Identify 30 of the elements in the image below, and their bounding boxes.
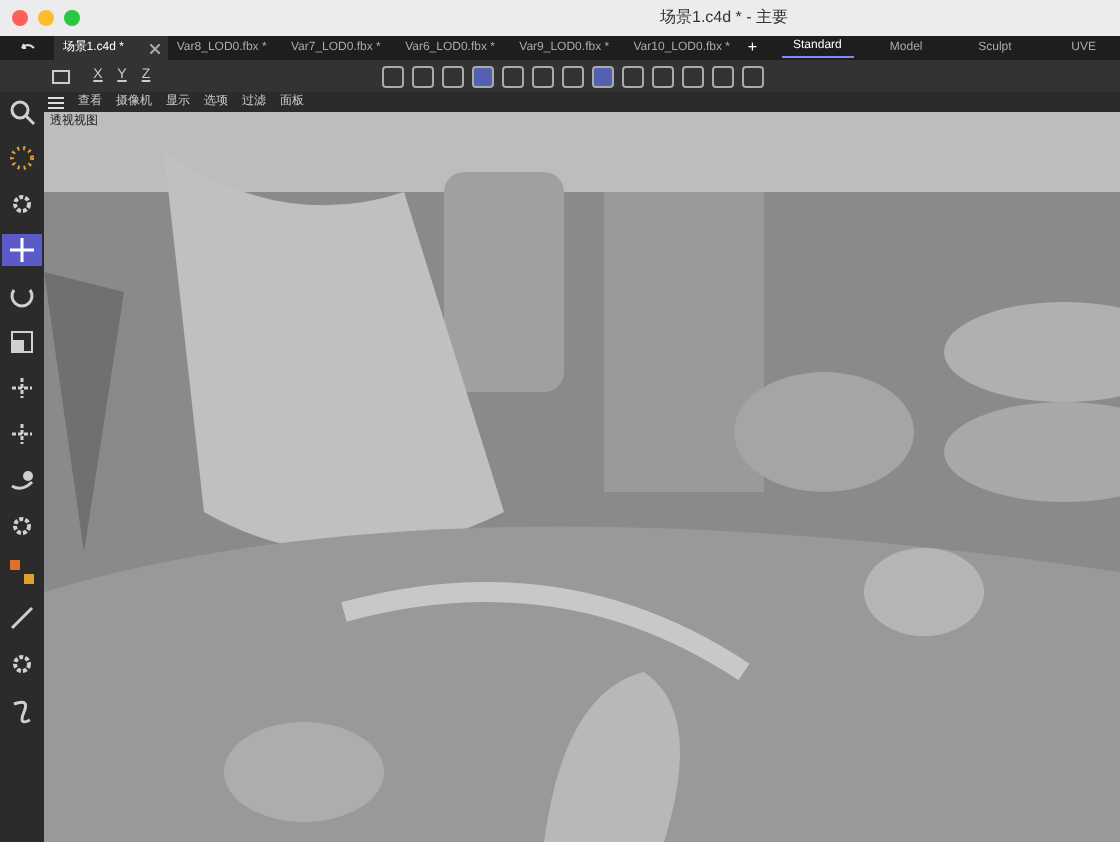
toolbar-tool-icon[interactable] bbox=[502, 65, 524, 87]
line-icon bbox=[8, 604, 36, 632]
close-window-button[interactable] bbox=[12, 10, 28, 26]
dots-ring-icon bbox=[8, 144, 36, 172]
scale-icon bbox=[10, 330, 34, 354]
move-icon bbox=[8, 236, 36, 264]
toolbar-tool-icon[interactable] bbox=[592, 65, 614, 87]
window-title: 场景1.c4d * - 主要 bbox=[660, 6, 789, 30]
toolbar-tool-icon[interactable] bbox=[682, 65, 704, 87]
search-icon bbox=[8, 98, 36, 126]
close-icon[interactable] bbox=[150, 43, 161, 53]
toolbar-tool-icon[interactable] bbox=[412, 65, 434, 87]
toolbar-tool-icon[interactable] bbox=[472, 65, 494, 87]
arrows-icon bbox=[8, 374, 36, 402]
arrows-icon bbox=[8, 420, 36, 448]
toolbar-tool-icon[interactable] bbox=[652, 65, 674, 87]
toolbar-tool-icon[interactable] bbox=[742, 65, 764, 87]
tool-button[interactable] bbox=[2, 234, 42, 266]
toolbar-tool-icon[interactable] bbox=[382, 65, 404, 87]
undo-icon[interactable] bbox=[19, 42, 36, 54]
toolbar-tool-icon[interactable] bbox=[562, 65, 584, 87]
toolbar-tool-icon[interactable] bbox=[622, 65, 644, 87]
toolbar-tool-icon[interactable] bbox=[442, 65, 464, 87]
toolbar-tool-icon[interactable] bbox=[712, 65, 734, 87]
add-tab-button[interactable]: + bbox=[739, 36, 766, 60]
brush-icon bbox=[8, 468, 36, 492]
squares-icon bbox=[8, 558, 36, 586]
toolbar-tool-icon[interactable] bbox=[532, 65, 554, 87]
menu-icon[interactable] bbox=[48, 95, 64, 109]
camera-icon[interactable] bbox=[52, 69, 70, 83]
